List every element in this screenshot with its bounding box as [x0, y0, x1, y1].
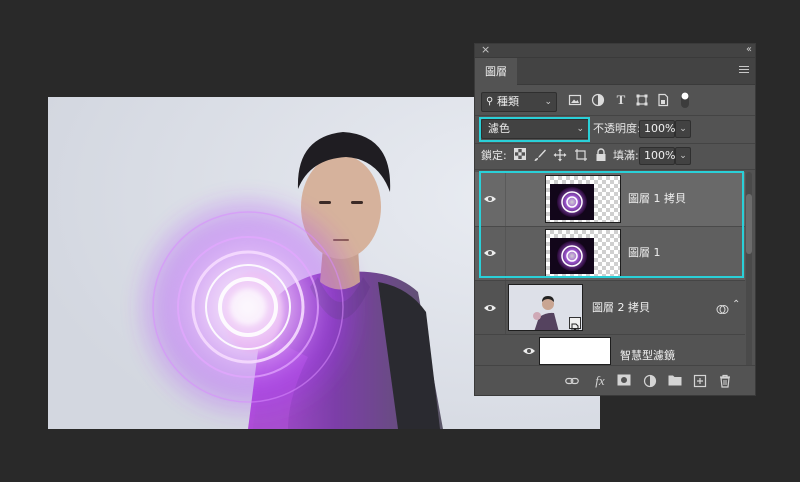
lock-position-icon[interactable] [553, 148, 567, 162]
lock-label: 鎖定: [481, 149, 507, 162]
layers-panel: × ‹‹ 圖層 ⚲ 種類 ⌄ T 濾色 ⌄ 不透明度: 100% ⌄ 鎖定: 填… [474, 43, 756, 396]
new-layer-icon[interactable] [693, 374, 707, 388]
lock-transparent-pixels-icon[interactable] [513, 148, 527, 162]
image-filter-icon[interactable] [568, 93, 582, 107]
fill-label: 填滿: [613, 149, 639, 162]
adjustment-filter-icon[interactable] [591, 93, 605, 107]
fill-input[interactable]: 100% [639, 147, 675, 165]
search-icon: ⚲ [486, 96, 494, 107]
lock-image-pixels-icon[interactable] [533, 148, 547, 162]
panel-menu-icon[interactable] [739, 66, 749, 75]
chevron-up-icon[interactable]: ⌃ [732, 299, 740, 310]
layer-row[interactable]: 圖層 2 拷貝 ⌃ [475, 280, 745, 334]
new-adjustment-icon[interactable] [643, 374, 657, 388]
divider [475, 143, 755, 144]
smart-object-filter-icon[interactable] [656, 93, 670, 107]
scrollbar-thumb[interactable] [746, 194, 752, 254]
layer-name[interactable]: 圖層 2 拷貝 [592, 301, 650, 315]
link-layers-icon[interactable] [565, 374, 579, 388]
smart-filters-icon[interactable] [716, 301, 729, 320]
shape-filter-icon[interactable] [635, 93, 649, 107]
fill-slider-button[interactable]: ⌄ [675, 147, 691, 165]
filter-kind-label: 種類 [497, 95, 519, 108]
divider [475, 115, 755, 116]
lock-artboard-icon[interactable] [574, 148, 588, 162]
divider [475, 169, 755, 170]
row-divider [505, 281, 506, 334]
layers-scrollbar[interactable] [746, 172, 752, 372]
layer-row[interactable]: 智慧型濾鏡 [475, 334, 745, 365]
tab-layers[interactable]: 圖層 [475, 58, 517, 85]
chevron-down-icon: ⌄ [544, 97, 552, 107]
new-group-icon[interactable] [668, 374, 682, 388]
selected-layers-highlight [479, 171, 744, 278]
lock-all-icon[interactable] [594, 148, 608, 162]
type-filter-icon[interactable]: T [614, 93, 628, 107]
opacity-slider-button[interactable]: ⌄ [675, 120, 691, 138]
filter-kind-dropdown[interactable]: ⚲ 種類 ⌄ [481, 92, 557, 112]
filter-toggle-icon[interactable] [678, 91, 692, 108]
filter-mask-thumbnail[interactable] [539, 337, 611, 365]
layer-thumbnail[interactable] [508, 284, 583, 331]
close-panel-icon[interactable]: × [481, 44, 490, 57]
opacity-input[interactable]: 100% [639, 120, 675, 138]
opacity-label: 不透明度: [593, 122, 641, 135]
collapse-panel-icon[interactable]: ‹‹ [746, 44, 752, 57]
blend-mode-highlight [479, 117, 590, 142]
add-mask-icon[interactable] [617, 374, 631, 388]
layers-footer-toolbar: fx [475, 365, 755, 395]
layer-name[interactable]: 智慧型濾鏡 [620, 349, 675, 363]
delete-layer-icon[interactable] [718, 374, 732, 388]
visibility-eye-icon[interactable] [522, 346, 536, 356]
smart-object-badge-icon [569, 317, 581, 330]
panel-tab-row: 圖層 [475, 58, 755, 85]
visibility-eye-icon[interactable] [483, 303, 497, 313]
layer-filter-row: ⚲ 種類 ⌄ T [475, 89, 755, 113]
fx-icon[interactable]: fx [591, 374, 609, 388]
panel-title-bar: × ‹‹ [475, 44, 755, 58]
